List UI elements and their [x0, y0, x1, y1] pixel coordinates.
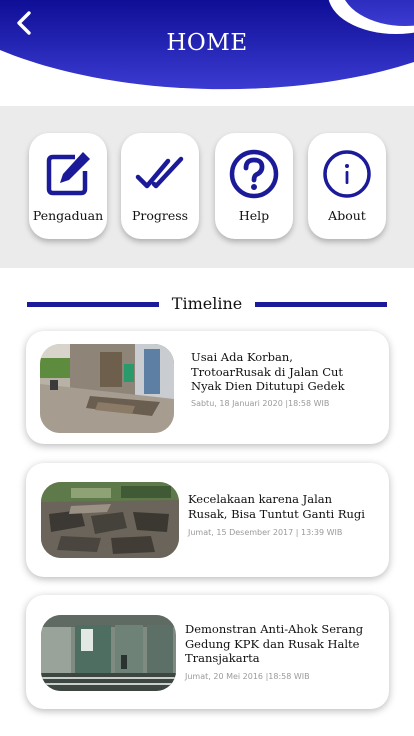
- news-card[interactable]: Kecelakaan karena Jalan Rusak, Bisa Tunt…: [26, 463, 389, 577]
- news-date: Jumat, 20 Mei 2016 |18:58 WIB: [185, 672, 310, 681]
- app-header: HOME: [0, 0, 414, 100]
- broken-sidewalk-photo: [40, 344, 174, 433]
- news-date: Sabtu, 18 Januari 2020 |18:58 WIB: [191, 399, 330, 408]
- news-date: Jumat, 15 Desember 2017 | 13:39 WIB: [188, 528, 343, 537]
- menu-band: Pengaduan Progress Help About: [0, 106, 414, 268]
- menu-label: Help: [238, 208, 270, 223]
- menu-label: About: [328, 208, 366, 223]
- news-card[interactable]: Demonstran Anti-Ahok Serang Gedung KPK d…: [26, 595, 389, 709]
- menu-help-button[interactable]: Help: [215, 133, 293, 239]
- damaged-road-photo: [41, 482, 179, 558]
- news-card[interactable]: Usai Ada Korban, TrotoarRusak di Jalan C…: [26, 331, 389, 444]
- timeline-title: Timeline: [171, 294, 243, 313]
- news-title: Usai Ada Korban, TrotoarRusak di Jalan C…: [191, 350, 345, 393]
- news-thumbnail: [40, 344, 174, 433]
- menu-label: Pengaduan: [32, 208, 104, 223]
- double-check-icon: [135, 156, 184, 189]
- question-icon: [229, 149, 279, 199]
- page-title: HOME: [166, 30, 248, 56]
- menu-progress-button[interactable]: Progress: [121, 133, 199, 239]
- timeline-heading: Timeline: [0, 290, 414, 320]
- menu-about-button[interactable]: About: [308, 133, 386, 239]
- damaged-bus-stop-photo: [41, 615, 176, 691]
- news-title: Kecelakaan karena Jalan Rusak, Bisa Tunt…: [188, 492, 365, 521]
- menu-label: Progress: [131, 208, 189, 223]
- edit-icon: [46, 152, 90, 196]
- info-icon: [323, 150, 371, 198]
- menu-pengaduan-button[interactable]: Pengaduan: [29, 133, 107, 239]
- news-thumbnail: [41, 482, 179, 558]
- news-title: Demonstran Anti-Ahok Serang Gedung KPK d…: [185, 622, 364, 665]
- news-thumbnail: [41, 615, 176, 691]
